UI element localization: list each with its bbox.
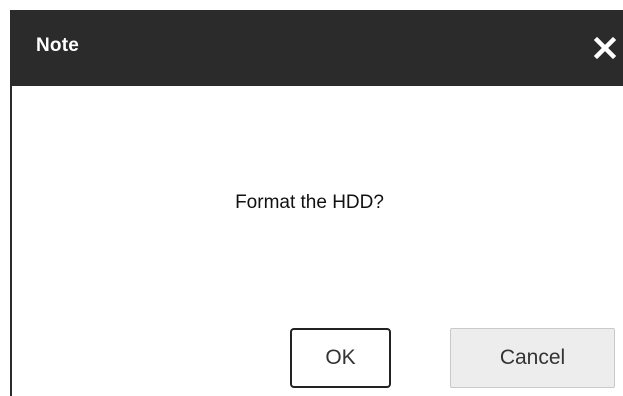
dialog-title: Note [36, 35, 80, 56]
dialog-title-bar: Note [12, 10, 623, 86]
close-button[interactable] [591, 34, 619, 62]
cancel-button[interactable]: Cancel [450, 328, 615, 388]
dialog-message: Format the HDD? [12, 192, 623, 214]
ok-button[interactable]: OK [290, 328, 391, 388]
close-icon [593, 36, 617, 60]
top-strip [0, 0, 623, 10]
cancel-button-label: Cancel [499, 346, 566, 369]
page: Note Format the HDD? OK Cancel [0, 0, 623, 396]
confirm-dialog: Note Format the HDD? OK Cancel [10, 10, 623, 396]
ok-button-label: OK [325, 346, 356, 369]
dialog-message-text: Format the HDD? [235, 192, 384, 213]
